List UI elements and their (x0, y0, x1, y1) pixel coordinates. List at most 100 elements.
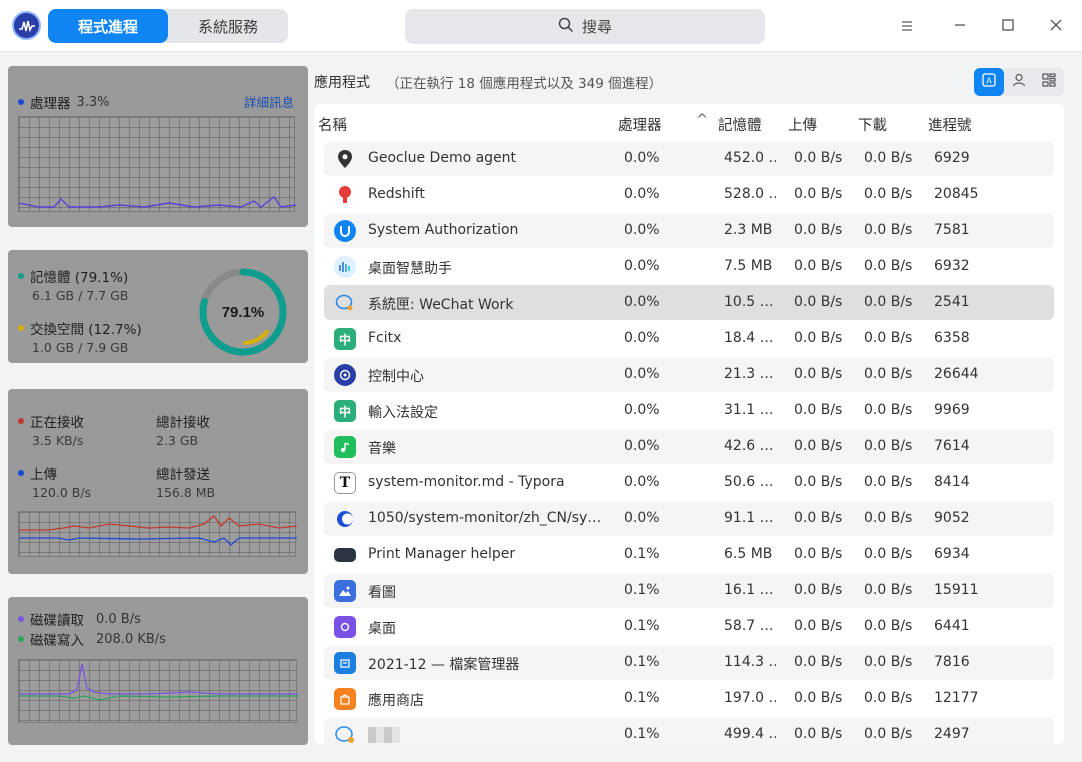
table-row[interactable]: 音樂 0.0% 42.6 … 0.0 B/s 0.0 B/s 7614 (324, 429, 1054, 464)
process-name: Print Manager helper (368, 546, 516, 562)
receiving-legend: 正在接收 (18, 411, 84, 431)
process-download: 0.0 B/s (864, 402, 913, 418)
disk-read-legend: 磁碟讀取 0.0 B/s (18, 609, 141, 629)
disk-write-dot (18, 636, 24, 642)
control-center-icon (334, 364, 356, 386)
process-download: 0.0 B/s (864, 582, 913, 598)
disk-write-label: 磁碟寫入 (30, 633, 84, 649)
process-pid: 26644 (934, 366, 979, 382)
process-name: 系統匣: WeChat Work (368, 297, 514, 313)
process-name: 看圖 (368, 585, 396, 601)
user-icon (1011, 72, 1027, 92)
process-download: 0.0 B/s (864, 258, 913, 274)
process-download: 0.0 B/s (864, 366, 913, 382)
table-row[interactable]: Print Manager helper 0.1% 6.5 MB 0.0 B/s… (324, 537, 1054, 572)
process-tree-icon (1041, 72, 1057, 92)
blurred-name (368, 727, 400, 743)
cpu-graph (18, 116, 297, 212)
column-memory[interactable]: 記憶體 (718, 114, 762, 135)
process-download: 0.0 B/s (864, 222, 913, 238)
process-name: 2021-12 — 檔案管理器 (368, 657, 520, 673)
table-row[interactable]: 1050/system-monitor/zh_CN/system-monitor… (324, 501, 1054, 536)
network-graph (18, 511, 298, 557)
process-pid: 8414 (934, 474, 970, 490)
column-download[interactable]: 下載 (858, 114, 887, 135)
view-all-processes-button[interactable] (1034, 68, 1064, 96)
network-panel[interactable]: 正在接收 3.5 KB/s 總計接收 2.3 GB 上傳 120.0 B/s 總… (8, 389, 308, 574)
table-row[interactable]: 2021-12 — 檔案管理器 0.1% 114.3 … 0.0 B/s 0.0… (324, 645, 1054, 680)
close-button[interactable] (1042, 12, 1070, 40)
table-row[interactable]: 中 Fcitx 0.0% 18.4 … 0.0 B/s 0.0 B/s 6358 (324, 321, 1054, 356)
table-row[interactable]: T system-monitor.md - Typora 0.0% 50.6 …… (324, 465, 1054, 500)
process-upload: 0.0 B/s (794, 474, 843, 490)
table-row[interactable]: 中 輸入法設定 0.0% 31.1 … 0.0 B/s 0.0 B/s 9969 (324, 393, 1054, 428)
table-row[interactable]: 桌面 0.1% 58.7 … 0.0 B/s 0.0 B/s 6441 (324, 609, 1054, 644)
process-upload: 0.0 B/s (794, 726, 843, 742)
view-applications-button[interactable]: A (974, 68, 1004, 96)
location-pin-icon (334, 148, 356, 170)
disk-panel[interactable]: 磁碟讀取 0.0 B/s 磁碟寫入 208.0 KB/s (8, 597, 308, 745)
process-memory: 58.7 … (724, 618, 774, 634)
memory-dot (18, 273, 24, 279)
search-box[interactable]: 搜尋 (405, 9, 765, 44)
process-name: system-monitor.md - Typora (368, 474, 565, 490)
process-pid: 12177 (934, 690, 979, 706)
column-name[interactable]: 名稱 (318, 114, 347, 135)
process-download: 0.0 B/s (864, 654, 913, 670)
cpu-graph-line (18, 195, 297, 208)
process-cpu: 0.1% (624, 618, 660, 634)
table-row[interactable]: 桌面智慧助手 0.0% 7.5 MB 0.0 B/s 0.0 B/s 6932 (324, 249, 1054, 284)
table-row[interactable]: 應用商店 0.1% 197.0 … 0.0 B/s 0.0 B/s 12177 (324, 681, 1054, 716)
input-method-icon: 中 (334, 400, 356, 422)
process-upload: 0.0 B/s (794, 546, 843, 562)
process-name: 輸入法設定 (368, 405, 438, 421)
memory-ring-value: 79.1% (222, 304, 265, 321)
table-row[interactable]: Geoclue Demo agent 0.0% 452.0 … 0.0 B/s … (324, 141, 1054, 176)
table-row[interactable]: 看圖 0.1% 16.1 … 0.0 B/s 0.0 B/s 15911 (324, 573, 1054, 608)
process-cpu: 0.0% (624, 186, 660, 202)
column-cpu[interactable]: 處理器 (618, 114, 662, 135)
process-upload: 0.0 B/s (794, 582, 843, 598)
disk-write-value: 208.0 KB/s (96, 631, 166, 647)
process-pid: 6358 (934, 330, 970, 346)
cpu-legend: 處理器 3.3% (18, 92, 110, 112)
download-dot (18, 418, 24, 424)
process-pid: 9052 (934, 510, 970, 526)
process-pid: 20845 (934, 186, 979, 202)
process-upload: 0.0 B/s (794, 294, 843, 310)
table-row[interactable]: Redshift 0.0% 528.0 … 0.0 B/s 0.0 B/s 20… (324, 177, 1054, 212)
table-row[interactable]: 控制中心 0.0% 21.3 … 0.0 B/s 0.0 B/s 26644 (324, 357, 1054, 392)
menu-button[interactable] (893, 12, 921, 40)
tab-processes[interactable]: 程式進程 (48, 9, 168, 43)
table-row[interactable]: 0.1% 499.4 … 0.0 B/s 0.0 B/s 2497 (324, 717, 1054, 744)
process-cpu: 0.0% (624, 366, 660, 382)
process-pid: 2541 (934, 294, 970, 310)
desktop-icon (334, 616, 356, 638)
swap-label: 交換空間 (12.7%) (30, 322, 142, 338)
table-row[interactable]: System Authorization 0.0% 2.3 MB 0.0 B/s… (324, 213, 1054, 248)
maximize-icon (1001, 16, 1015, 37)
table-row[interactable]: 系統匣: WeChat Work 0.0% 10.5 … 0.0 B/s 0.0… (324, 285, 1054, 320)
process-memory: 91.1 … (724, 510, 774, 526)
cpu-panel[interactable]: 處理器 3.3% 詳細訊息 (8, 66, 308, 227)
tab-services[interactable]: 系統服務 (168, 9, 288, 43)
process-download: 0.0 B/s (864, 294, 913, 310)
process-download: 0.0 B/s (864, 726, 913, 742)
process-memory: 18.4 … (724, 330, 774, 346)
process-name: Redshift (368, 186, 425, 202)
process-memory: 42.6 … (724, 438, 774, 454)
file-manager-icon (334, 652, 356, 674)
column-upload[interactable]: 上傳 (788, 114, 817, 135)
process-download: 0.0 B/s (864, 438, 913, 454)
browser-icon (334, 508, 356, 530)
view-switch: A (974, 68, 1064, 96)
column-pid[interactable]: 進程號 (928, 114, 972, 135)
minimize-button[interactable] (946, 12, 974, 40)
swap-legend: 交換空間 (12.7%) (18, 318, 142, 338)
cpu-details-link[interactable]: 詳細訊息 (244, 92, 294, 111)
maximize-button[interactable] (994, 12, 1022, 40)
process-name: 桌面 (368, 621, 396, 637)
view-my-processes-button[interactable] (1004, 68, 1034, 96)
process-pid: 6934 (934, 546, 970, 562)
system-monitor-logo-icon (12, 11, 41, 40)
